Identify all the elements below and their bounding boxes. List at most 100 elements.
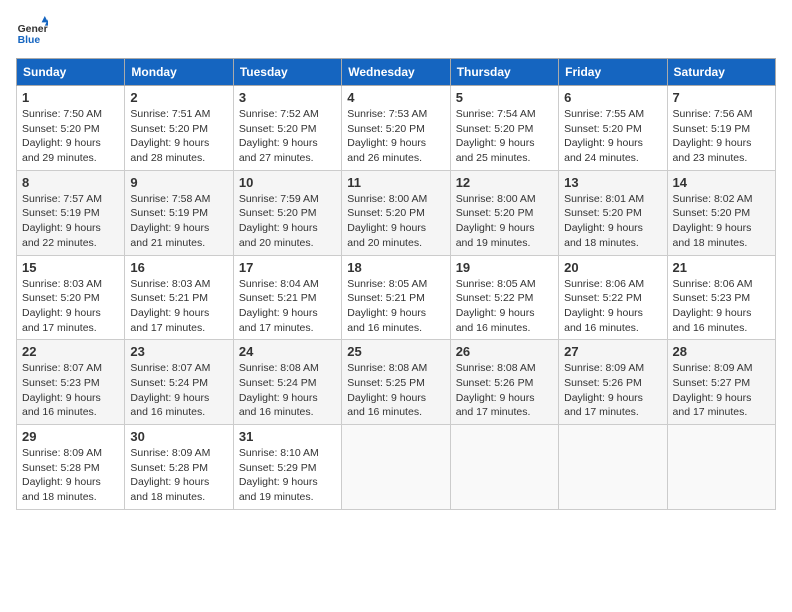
day-info: Sunrise: 7:52 AMSunset: 5:20 PMDaylight:… bbox=[239, 107, 336, 166]
weekday-header-cell: Wednesday bbox=[342, 59, 450, 86]
calendar-day-cell: 30Sunrise: 8:09 AMSunset: 5:28 PMDayligh… bbox=[125, 425, 233, 510]
day-info: Sunrise: 7:51 AMSunset: 5:20 PMDaylight:… bbox=[130, 107, 227, 166]
day-number: 13 bbox=[564, 175, 661, 190]
day-info: Sunrise: 8:04 AMSunset: 5:21 PMDaylight:… bbox=[239, 277, 336, 336]
day-info: Sunrise: 8:03 AMSunset: 5:21 PMDaylight:… bbox=[130, 277, 227, 336]
calendar-day-cell: 21 Sunrise: 8:06 AMSunset: 5:23 PMDayligh… bbox=[667, 255, 775, 340]
calendar-day-cell: 28 Sunrise: 8:09 AMSunset: 5:27 PMDayligh… bbox=[667, 340, 775, 425]
day-info: Sunrise: 7:50 AMSunset: 5:20 PMDaylight:… bbox=[22, 107, 119, 166]
day-info: Sunrise: 7:57 AMSunset: 5:19 PMDaylight:… bbox=[22, 192, 119, 251]
day-info: Sunrise: 8:09 AMSunset: 5:26 PMDaylight:… bbox=[564, 361, 661, 420]
calendar-day-cell: 24 Sunrise: 8:08 AMSunset: 5:24 PMDayligh… bbox=[233, 340, 341, 425]
day-number: 23 bbox=[130, 344, 227, 359]
day-info: Sunrise: 8:07 AMSunset: 5:24 PMDaylight:… bbox=[130, 361, 227, 420]
calendar-day-cell: 31Sunrise: 8:10 AMSunset: 5:29 PMDayligh… bbox=[233, 425, 341, 510]
logo-icon: General Blue bbox=[16, 16, 48, 48]
svg-text:Blue: Blue bbox=[18, 35, 41, 46]
calendar-day-cell bbox=[450, 425, 558, 510]
day-info: Sunrise: 8:08 AMSunset: 5:24 PMDaylight:… bbox=[239, 361, 336, 420]
weekday-header-cell: Saturday bbox=[667, 59, 775, 86]
day-info: Sunrise: 8:07 AMSunset: 5:23 PMDaylight:… bbox=[22, 361, 119, 420]
calendar-day-cell: 22 Sunrise: 8:07 AMSunset: 5:23 PMDayligh… bbox=[17, 340, 125, 425]
calendar-day-cell: 20 Sunrise: 8:06 AMSunset: 5:22 PMDayligh… bbox=[559, 255, 667, 340]
day-info: Sunrise: 8:00 AMSunset: 5:20 PMDaylight:… bbox=[347, 192, 444, 251]
day-info: Sunrise: 8:06 AMSunset: 5:22 PMDaylight:… bbox=[564, 277, 661, 336]
day-number: 16 bbox=[130, 260, 227, 275]
day-info: Sunrise: 8:08 AMSunset: 5:25 PMDaylight:… bbox=[347, 361, 444, 420]
calendar-day-cell: 14Sunrise: 8:02 AMSunset: 5:20 PMDayligh… bbox=[667, 170, 775, 255]
day-number: 31 bbox=[239, 429, 336, 444]
day-info: Sunrise: 8:06 AMSunset: 5:23 PMDaylight:… bbox=[673, 277, 770, 336]
day-number: 18 bbox=[347, 260, 444, 275]
day-info: Sunrise: 7:56 AMSunset: 5:19 PMDaylight:… bbox=[673, 107, 770, 166]
day-info: Sunrise: 8:00 AMSunset: 5:20 PMDaylight:… bbox=[456, 192, 553, 251]
day-number: 12 bbox=[456, 175, 553, 190]
calendar-day-cell: 10Sunrise: 7:59 AMSunset: 5:20 PMDayligh… bbox=[233, 170, 341, 255]
day-number: 17 bbox=[239, 260, 336, 275]
calendar-week-row: 1 Sunrise: 7:50 AMSunset: 5:20 PMDaylight… bbox=[17, 86, 776, 171]
calendar-day-cell: 18 Sunrise: 8:05 AMSunset: 5:21 PMDayligh… bbox=[342, 255, 450, 340]
calendar-day-cell: 16 Sunrise: 8:03 AMSunset: 5:21 PMDayligh… bbox=[125, 255, 233, 340]
day-info: Sunrise: 8:09 AMSunset: 5:27 PMDaylight:… bbox=[673, 361, 770, 420]
day-info: Sunrise: 8:09 AMSunset: 5:28 PMDaylight:… bbox=[130, 446, 227, 505]
calendar-day-cell: 7Sunrise: 7:56 AMSunset: 5:19 PMDaylight… bbox=[667, 86, 775, 171]
day-number: 22 bbox=[22, 344, 119, 359]
calendar-day-cell: 17 Sunrise: 8:04 AMSunset: 5:21 PMDayligh… bbox=[233, 255, 341, 340]
calendar-day-cell: 2 Sunrise: 7:51 AMSunset: 5:20 PMDaylight… bbox=[125, 86, 233, 171]
calendar-day-cell: 4Sunrise: 7:53 AMSunset: 5:20 PMDaylight… bbox=[342, 86, 450, 171]
day-number: 4 bbox=[347, 90, 444, 105]
day-number: 25 bbox=[347, 344, 444, 359]
day-info: Sunrise: 7:54 AMSunset: 5:20 PMDaylight:… bbox=[456, 107, 553, 166]
calendar-day-cell: 19Sunrise: 8:05 AMSunset: 5:22 PMDayligh… bbox=[450, 255, 558, 340]
day-info: Sunrise: 8:03 AMSunset: 5:20 PMDaylight:… bbox=[22, 277, 119, 336]
calendar-day-cell: 12 Sunrise: 8:00 AMSunset: 5:20 PMDayligh… bbox=[450, 170, 558, 255]
day-number: 5 bbox=[456, 90, 553, 105]
calendar-table: SundayMondayTuesdayWednesdayThursdayFrid… bbox=[16, 58, 776, 510]
day-number: 24 bbox=[239, 344, 336, 359]
calendar-week-row: 15 Sunrise: 8:03 AMSunset: 5:20 PMDayligh… bbox=[17, 255, 776, 340]
calendar-week-row: 8 Sunrise: 7:57 AMSunset: 5:19 PMDaylight… bbox=[17, 170, 776, 255]
day-number: 28 bbox=[673, 344, 770, 359]
day-info: Sunrise: 8:05 AMSunset: 5:22 PMDaylight:… bbox=[456, 277, 553, 336]
logo: General Blue bbox=[16, 16, 52, 48]
calendar-day-cell bbox=[342, 425, 450, 510]
day-number: 3 bbox=[239, 90, 336, 105]
day-info: Sunrise: 8:01 AMSunset: 5:20 PMDaylight:… bbox=[564, 192, 661, 251]
day-info: Sunrise: 8:02 AMSunset: 5:20 PMDaylight:… bbox=[673, 192, 770, 251]
day-number: 20 bbox=[564, 260, 661, 275]
calendar-day-cell: 15 Sunrise: 8:03 AMSunset: 5:20 PMDayligh… bbox=[17, 255, 125, 340]
calendar-day-cell bbox=[667, 425, 775, 510]
day-number: 6 bbox=[564, 90, 661, 105]
day-number: 11 bbox=[347, 175, 444, 190]
calendar-day-cell: 26Sunrise: 8:08 AMSunset: 5:26 PMDayligh… bbox=[450, 340, 558, 425]
day-number: 29 bbox=[22, 429, 119, 444]
day-number: 27 bbox=[564, 344, 661, 359]
calendar-day-cell: 27 Sunrise: 8:09 AMSunset: 5:26 PMDayligh… bbox=[559, 340, 667, 425]
svg-text:General: General bbox=[18, 24, 48, 35]
weekday-header-cell: Sunday bbox=[17, 59, 125, 86]
day-info: Sunrise: 8:05 AMSunset: 5:21 PMDaylight:… bbox=[347, 277, 444, 336]
calendar-body: 1 Sunrise: 7:50 AMSunset: 5:20 PMDaylight… bbox=[17, 86, 776, 510]
day-number: 2 bbox=[130, 90, 227, 105]
calendar-day-cell: 25 Sunrise: 8:08 AMSunset: 5:25 PMDayligh… bbox=[342, 340, 450, 425]
calendar-week-row: 22 Sunrise: 8:07 AMSunset: 5:23 PMDayligh… bbox=[17, 340, 776, 425]
weekday-header-cell: Thursday bbox=[450, 59, 558, 86]
day-number: 21 bbox=[673, 260, 770, 275]
calendar-day-cell: 29 Sunrise: 8:09 AMSunset: 5:28 PMDayligh… bbox=[17, 425, 125, 510]
calendar-week-row: 29 Sunrise: 8:09 AMSunset: 5:28 PMDayligh… bbox=[17, 425, 776, 510]
page-header: General Blue bbox=[16, 16, 776, 48]
day-info: Sunrise: 7:55 AMSunset: 5:20 PMDaylight:… bbox=[564, 107, 661, 166]
day-number: 8 bbox=[22, 175, 119, 190]
day-number: 1 bbox=[22, 90, 119, 105]
day-number: 15 bbox=[22, 260, 119, 275]
weekday-header-cell: Tuesday bbox=[233, 59, 341, 86]
day-number: 10 bbox=[239, 175, 336, 190]
calendar-day-cell: 6 Sunrise: 7:55 AMSunset: 5:20 PMDaylight… bbox=[559, 86, 667, 171]
calendar-day-cell: 13 Sunrise: 8:01 AMSunset: 5:20 PMDayligh… bbox=[559, 170, 667, 255]
calendar-day-cell: 5 Sunrise: 7:54 AMSunset: 5:20 PMDaylight… bbox=[450, 86, 558, 171]
calendar-day-cell bbox=[559, 425, 667, 510]
day-number: 9 bbox=[130, 175, 227, 190]
calendar-day-cell: 8 Sunrise: 7:57 AMSunset: 5:19 PMDaylight… bbox=[17, 170, 125, 255]
day-info: Sunrise: 8:09 AMSunset: 5:28 PMDaylight:… bbox=[22, 446, 119, 505]
calendar-day-cell: 3 Sunrise: 7:52 AMSunset: 5:20 PMDaylight… bbox=[233, 86, 341, 171]
